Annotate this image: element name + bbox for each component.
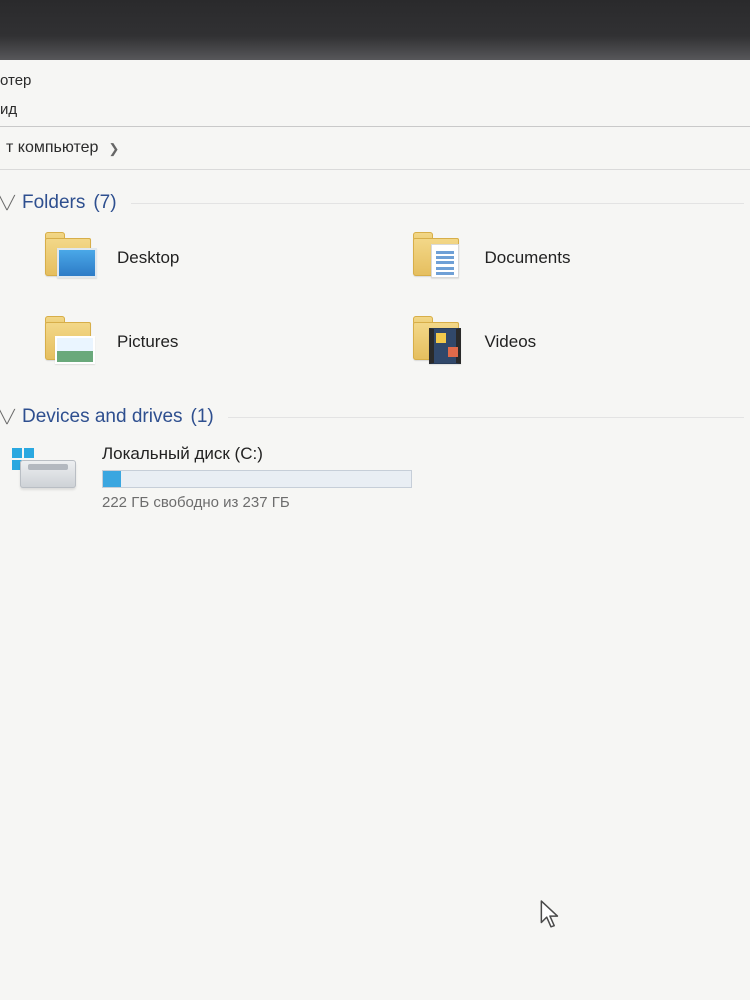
folder-label: Videos	[485, 332, 537, 352]
pictures-icon	[55, 336, 95, 364]
group-count: (1)	[191, 406, 214, 428]
folder-label: Documents	[485, 248, 571, 268]
address-bar[interactable]: т компьютер ❯	[0, 127, 750, 169]
folder-icon	[409, 232, 467, 284]
folder-videos[interactable]: Videos	[403, 312, 731, 372]
breadcrumb-label: т компьютер	[6, 139, 98, 157]
hard-drive-icon	[12, 444, 82, 498]
drive-free-text: 222 ГБ свободно из 237 ГБ	[102, 494, 500, 511]
folder-icon	[41, 232, 99, 284]
drive-usage-fill	[103, 471, 121, 487]
folder-desktop[interactable]: Desktop	[35, 228, 363, 288]
videos-icon	[429, 328, 461, 364]
folder-documents[interactable]: Documents	[403, 228, 731, 288]
folders-grid: Desktop Documents Pictures	[0, 224, 750, 392]
breadcrumb-this-pc[interactable]: т компьютер ❯	[0, 135, 125, 161]
menubar[interactable]: ид	[0, 96, 750, 126]
explorer-window: отер ид т компьютер ❯ ╲╱ Folders (7) Des…	[0, 60, 750, 1000]
group-count: (7)	[93, 192, 116, 214]
folder-icon	[409, 316, 467, 368]
document-icon	[431, 244, 459, 278]
mouse-cursor-icon	[540, 900, 562, 930]
drive-c[interactable]: Локальный диск (C:) 222 ГБ свободно из 2…	[0, 438, 520, 517]
group-label: Devices and drives	[22, 406, 183, 428]
drive-meta: Локальный диск (C:) 222 ГБ свободно из 2…	[102, 444, 500, 511]
window-title: отер	[0, 72, 31, 89]
group-rule	[228, 417, 744, 418]
folder-icon	[41, 316, 99, 368]
chevron-down-icon[interactable]: ╲╱	[0, 196, 14, 210]
folder-pictures[interactable]: Pictures	[35, 312, 363, 372]
chevron-right-icon[interactable]: ❯	[108, 141, 119, 157]
group-header-folders[interactable]: ╲╱ Folders (7)	[0, 178, 750, 224]
drive-name: Локальный диск (C:)	[102, 444, 500, 464]
folder-label: Desktop	[117, 248, 179, 268]
photo-edge	[0, 0, 750, 60]
folder-label: Pictures	[117, 332, 178, 352]
window-titlebar: отер	[0, 60, 750, 96]
drive-usage-bar	[102, 470, 412, 488]
menu-view[interactable]: ид	[0, 101, 17, 118]
group-header-drives[interactable]: ╲╱ Devices and drives (1)	[0, 392, 750, 438]
group-rule	[131, 203, 744, 204]
chevron-down-icon[interactable]: ╲╱	[0, 410, 14, 424]
group-label: Folders	[22, 192, 85, 214]
content-pane: ╲╱ Folders (7) Desktop Documents	[0, 170, 750, 517]
desktop-icon	[57, 248, 97, 278]
